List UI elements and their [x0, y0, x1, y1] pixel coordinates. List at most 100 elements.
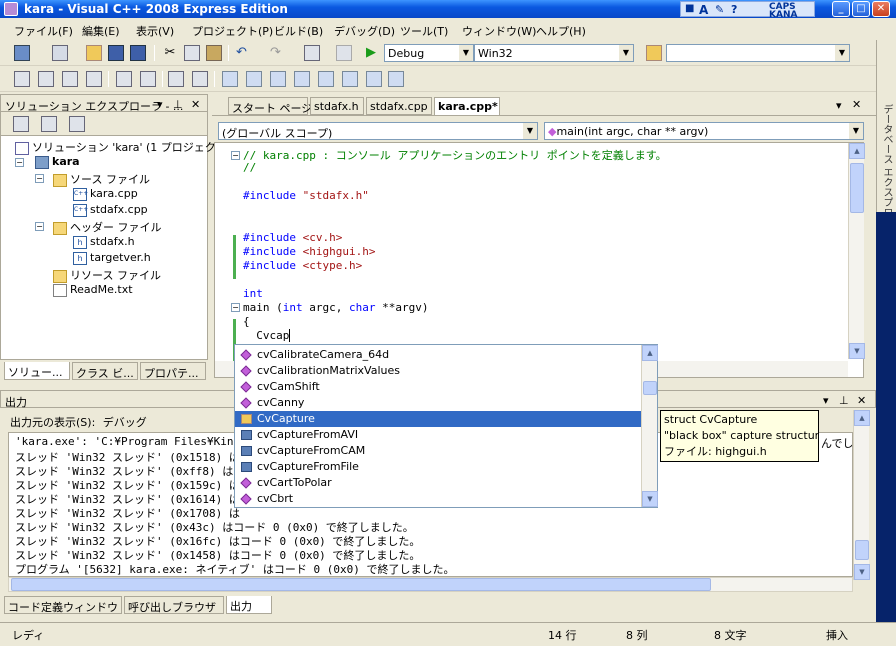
editor-scrollbar[interactable]: ▲ ▼: [848, 143, 865, 359]
scroll-down-icon[interactable]: ▼: [849, 343, 865, 359]
tree-item-project[interactable]: kara: [35, 155, 80, 169]
dropdown-icon[interactable]: ▾: [157, 98, 163, 111]
refresh-icon[interactable]: [69, 116, 85, 132]
close-icon[interactable]: ✕: [191, 98, 200, 111]
open-file-icon[interactable]: [86, 45, 102, 61]
dropdown-icon[interactable]: ▾: [836, 99, 842, 112]
collapse-toggle[interactable]: −: [35, 174, 44, 183]
menu-window[interactable]: ウィンドウ(W): [462, 23, 536, 39]
output-hscrollbar[interactable]: [8, 577, 853, 592]
close-icon[interactable]: ✕: [852, 98, 861, 111]
config-select[interactable]: Debug ▼: [384, 44, 474, 62]
menu-view[interactable]: 表示(V): [136, 23, 174, 39]
tree-item-header-files[interactable]: ヘッダー ファイル: [53, 219, 162, 235]
tree-item-stdafx-h[interactable]: h stdafx.h: [73, 235, 135, 249]
find-in-files-icon[interactable]: [646, 45, 662, 61]
fold-toggle[interactable]: −: [231, 303, 240, 312]
menu-edit[interactable]: 編集(E): [82, 23, 120, 39]
completion-item[interactable]: cvCbrt: [235, 491, 641, 507]
ime-icon[interactable]: ■: [685, 3, 694, 14]
next-bookmark-folder-icon[interactable]: [318, 71, 334, 87]
completion-item[interactable]: cvCalibrateCamera_64d: [235, 347, 641, 363]
tree-item-resource-files[interactable]: リソース ファイル: [53, 267, 161, 283]
output-scrollbar[interactable]: ▲ ▼: [853, 410, 870, 580]
tab-start-page[interactable]: スタート ページ: [228, 97, 312, 115]
intellisense-list[interactable]: cvCalibrateCamera_64d cvCalibrationMatri…: [234, 344, 658, 508]
member-list-icon[interactable]: [62, 71, 78, 87]
close-icon[interactable]: ✕: [857, 394, 866, 407]
function-select[interactable]: ◆main(int argc, char ** argv) ▼: [544, 122, 864, 140]
scroll-thumb[interactable]: [643, 381, 657, 395]
scroll-down-icon[interactable]: ▼: [642, 491, 658, 507]
dropdown-icon[interactable]: ▾: [823, 394, 829, 407]
find-combo[interactable]: ▼: [666, 44, 850, 62]
tab-stdafx-h[interactable]: stdafx.h: [310, 97, 364, 115]
tree-item-source-files[interactable]: ソース ファイル: [53, 171, 150, 187]
save-all-icon[interactable]: [130, 45, 146, 61]
start-debugging-icon[interactable]: ▶: [366, 45, 382, 61]
tab-properties[interactable]: プロパテ...: [140, 362, 206, 380]
language-bar[interactable]: ■ A ✎ ? CAPS KANA: [680, 1, 815, 20]
close-button[interactable]: ✕: [872, 1, 890, 17]
ime-mode-icon[interactable]: A: [699, 3, 708, 17]
tree-item-stdafx-cpp[interactable]: C++ stdafx.cpp: [73, 203, 148, 217]
minimize-button[interactable]: _: [832, 1, 850, 17]
bookmark-icon[interactable]: [222, 71, 238, 87]
copy-icon[interactable]: [184, 45, 200, 61]
properties-icon[interactable]: [13, 116, 29, 132]
uncomment-icon[interactable]: [192, 71, 208, 87]
maximize-button[interactable]: □: [852, 1, 870, 17]
scroll-up-icon[interactable]: ▲: [642, 345, 658, 361]
completion-item[interactable]: cvCaptureFromFile: [235, 459, 641, 475]
completion-scrollbar[interactable]: ▲ ▼: [641, 345, 658, 507]
tree-item-solution[interactable]: ソリューション 'kara' (1 プロジェクト): [15, 139, 231, 155]
tool-icon[interactable]: ✎: [715, 3, 724, 16]
save-icon[interactable]: [108, 45, 124, 61]
completion-item-selected[interactable]: CvCapture: [235, 411, 641, 427]
menu-help[interactable]: ヘルプ(H): [536, 23, 586, 39]
indent-icon[interactable]: [140, 71, 156, 87]
completion-item[interactable]: cvCanny: [235, 395, 641, 411]
completion-item[interactable]: cvCaptureFromCAM: [235, 443, 641, 459]
comment-icon[interactable]: [168, 71, 184, 87]
solution-explorer-header[interactable]: ソリューション エクスプローラ - ... ▾ ⊥ ✕: [0, 94, 208, 113]
tree-item-readme[interactable]: ReadMe.txt: [53, 283, 133, 297]
output-source-value[interactable]: デバッグ: [103, 416, 147, 429]
pin-icon[interactable]: ⊥: [173, 98, 183, 111]
prev-bookmark-icon[interactable]: [246, 71, 262, 87]
completion-item[interactable]: cvCaptureFromAVI: [235, 427, 641, 443]
collapse-toggle[interactable]: −: [35, 222, 44, 231]
menu-build[interactable]: ビルド(B): [274, 23, 323, 39]
scope-select[interactable]: (グローバル スコープ) ▼: [218, 122, 538, 140]
undo-icon[interactable]: ↶: [236, 45, 252, 61]
add-item-icon[interactable]: [52, 45, 68, 61]
tree-item-targetver-h[interactable]: h targetver.h: [73, 251, 151, 265]
tab-kara-cpp[interactable]: kara.cpp*: [434, 97, 500, 115]
tab-solution-explorer[interactable]: ソリュー...: [4, 362, 70, 380]
tab-output[interactable]: 出力: [226, 596, 272, 614]
scroll-thumb[interactable]: [850, 163, 864, 213]
pin-icon[interactable]: ⊥: [839, 394, 849, 407]
object-browser-icon[interactable]: [38, 71, 54, 87]
fold-toggle[interactable]: −: [231, 151, 240, 160]
help-icon[interactable]: ?: [731, 3, 737, 16]
clear-bookmarks-icon[interactable]: [388, 71, 404, 87]
collapse-toggle[interactable]: −: [15, 158, 24, 167]
tab-stdafx-cpp[interactable]: stdafx.cpp: [366, 97, 432, 115]
title-bar[interactable]: kara - Visual C++ 2008 Express Edition ■…: [0, 0, 896, 20]
completion-item[interactable]: cvCalibrationMatrixValues: [235, 363, 641, 379]
scroll-down-icon[interactable]: ▼: [854, 564, 870, 580]
platform-select[interactable]: Win32 ▼: [474, 44, 634, 62]
scroll-up-icon[interactable]: ▲: [854, 410, 870, 426]
completion-item[interactable]: cvCamShift: [235, 379, 641, 395]
menu-tools[interactable]: ツール(T): [400, 23, 448, 39]
menu-file[interactable]: ファイル(F): [14, 23, 73, 39]
prev-bookmark-folder-icon[interactable]: [294, 71, 310, 87]
next-bookmark-icon[interactable]: [270, 71, 286, 87]
navigate-back-icon[interactable]: [304, 45, 320, 61]
menu-debug[interactable]: デバッグ(D): [334, 23, 395, 39]
tab-class-view[interactable]: クラス ビ...: [72, 362, 138, 380]
properties-icon[interactable]: [14, 71, 30, 87]
tab-call-browser[interactable]: 呼び出しブラウザ: [124, 596, 224, 614]
tab-code-definition[interactable]: コード定義ウィンドウ: [4, 596, 122, 614]
